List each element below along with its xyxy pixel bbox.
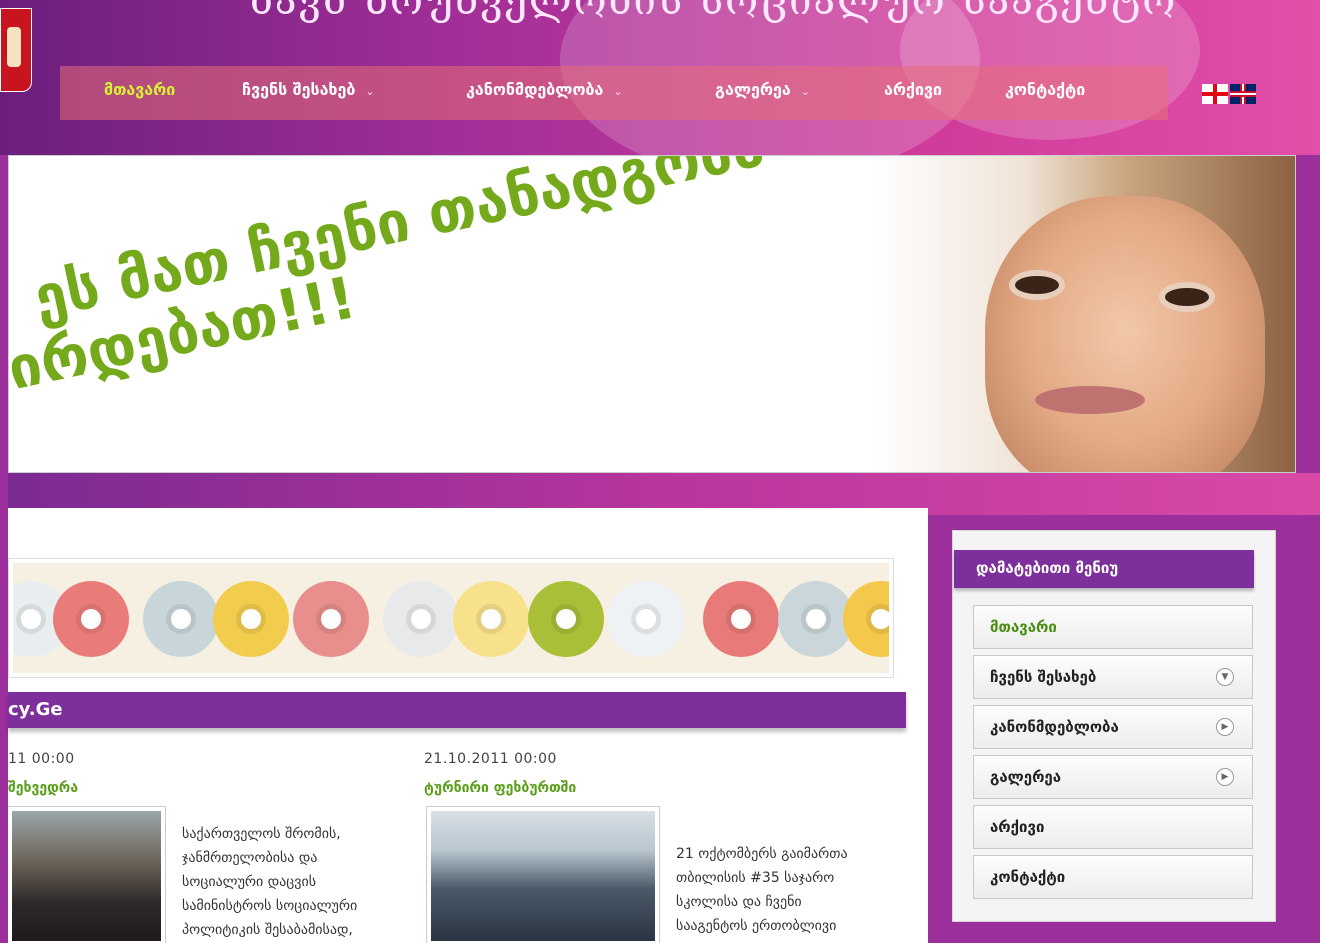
logo[interactable] bbox=[0, 8, 32, 92]
excerpt-line: 21 ოქტომბერს გაიმართა bbox=[676, 846, 848, 862]
excerpt-line: საქართველოს შრომის, bbox=[182, 826, 341, 842]
news-excerpt: 21 ოქტომბერს გაიმართა თბილისის #35 საჯარ… bbox=[676, 842, 848, 938]
chevron-down-icon: ⌄ bbox=[613, 85, 623, 98]
nav-item-label: კანონმდებლობა bbox=[466, 80, 604, 99]
nav-item-archive[interactable]: არქივი bbox=[884, 80, 942, 99]
flower-shape bbox=[843, 581, 889, 657]
sidebar-item-about[interactable]: ჩვენს შესახებ ▼ bbox=[973, 655, 1253, 699]
nav-item-label: არქივი bbox=[884, 80, 943, 99]
flower-shape bbox=[143, 581, 219, 657]
news-date: 11 00:00 bbox=[8, 751, 75, 767]
excerpt-line: თბილისის #35 საჯარო bbox=[676, 870, 835, 886]
nav-item-gallery[interactable]: გალერეა ⌄ bbox=[715, 80, 810, 99]
nav-item-contact[interactable]: კონტაქტი bbox=[1005, 80, 1085, 99]
meeting-photo bbox=[12, 811, 161, 941]
georgian-flag-icon[interactable] bbox=[1202, 84, 1228, 104]
flower-shape bbox=[453, 581, 529, 657]
sidebar-item-legislation[interactable]: კანონმდებლობა ▶ bbox=[973, 705, 1253, 749]
nav-item-label: კონტაქტი bbox=[1005, 80, 1086, 99]
flower-shape bbox=[703, 581, 779, 657]
sidebar-item-label: გალერეა bbox=[990, 768, 1062, 786]
nav-item-label: გალერეა bbox=[715, 80, 791, 99]
chevron-right-icon[interactable]: ▶ bbox=[1216, 718, 1234, 736]
flower-shape bbox=[53, 581, 129, 657]
flowers-strip bbox=[13, 563, 889, 673]
excerpt-line: სააგენტოს ერთობლივი bbox=[676, 918, 837, 934]
flower-shape bbox=[608, 581, 684, 657]
chevron-right-icon[interactable]: ▶ bbox=[1216, 768, 1234, 786]
flower-shape bbox=[528, 581, 604, 657]
eye-shape bbox=[1165, 288, 1209, 306]
news-excerpt: საქართველოს შრომის, ჯანმრთელობისა და სოც… bbox=[182, 822, 357, 942]
nav-item-about[interactable]: ჩვენს შესახებ ⌄ bbox=[242, 80, 375, 99]
chevron-down-icon: ⌄ bbox=[365, 85, 375, 98]
language-switcher bbox=[1202, 84, 1258, 104]
excerpt-line: სამინისტროს სოციალური bbox=[182, 898, 358, 914]
excerpt-line: ჯანმრთელობისა და bbox=[182, 850, 318, 866]
site-title: ბავშ ზრუნველობის სოციალურ სააგენტო bbox=[250, 0, 1178, 24]
flower-shape bbox=[293, 581, 369, 657]
sidebar-item-gallery[interactable]: გალერეა ▶ bbox=[973, 755, 1253, 799]
excerpt-line: სკოლისა და ჩვენი bbox=[676, 894, 802, 910]
nav-item-home[interactable]: მთავარი bbox=[104, 80, 175, 99]
sidebar-item-label: კანონმდებლობა bbox=[990, 718, 1119, 736]
sidebar-title: დამატებითი მენიუ bbox=[954, 550, 1254, 588]
flower-shape bbox=[213, 581, 289, 657]
sidebar-item-label: მთავარი bbox=[990, 618, 1057, 636]
news-heading: cy.Ge bbox=[8, 692, 906, 728]
football-photo bbox=[431, 811, 655, 941]
english-flag-icon[interactable] bbox=[1230, 84, 1256, 104]
banner-slogan: ეს მათ ჩვენი თანადგომა ირდებათ!!! bbox=[9, 156, 798, 403]
sidebar-item-label: კონტაქტი bbox=[990, 868, 1066, 886]
eye-shape bbox=[1015, 276, 1059, 294]
nav-item-label: მთავარი bbox=[104, 80, 176, 99]
sidebar-item-contact[interactable]: კონტაქტი bbox=[973, 855, 1253, 899]
news-title-link[interactable]: ტურნირი ფეხბურთში bbox=[424, 780, 576, 796]
lip-shape bbox=[1035, 386, 1145, 414]
flowers-banner bbox=[8, 558, 894, 678]
flower-shape bbox=[383, 581, 459, 657]
news-date: 21.10.2011 00:00 bbox=[424, 751, 557, 767]
news-image[interactable] bbox=[8, 806, 166, 943]
hero-banner: ეს მათ ჩვენი თანადგომა ირდებათ!!! bbox=[8, 155, 1296, 473]
site-header: ბავშ ზრუნველობის სოციალურ სააგენტო bbox=[0, 0, 1320, 155]
chevron-down-icon[interactable]: ▼ bbox=[1216, 668, 1234, 686]
news-title-link[interactable]: შეხვედრა bbox=[8, 780, 78, 796]
sidebar-item-archive[interactable]: არქივი bbox=[973, 805, 1253, 849]
nav-item-label: ჩვენს შესახებ bbox=[242, 80, 356, 99]
girl-face-image bbox=[985, 196, 1265, 472]
sidebar-item-home[interactable]: მთავარი bbox=[973, 605, 1253, 649]
excerpt-line: სოციალური დაცვის bbox=[182, 874, 317, 890]
news-image[interactable] bbox=[426, 806, 660, 943]
nav-item-legislation[interactable]: კანონმდებლობა ⌄ bbox=[466, 80, 623, 99]
sidebar-item-label: ჩვენს შესახებ bbox=[990, 668, 1097, 686]
chevron-down-icon: ⌄ bbox=[800, 85, 810, 98]
excerpt-line: პოლიტიკის შესაბამისად, bbox=[182, 922, 353, 938]
coat-of-arms-icon bbox=[7, 27, 21, 67]
sidebar-item-label: არქივი bbox=[990, 818, 1045, 836]
